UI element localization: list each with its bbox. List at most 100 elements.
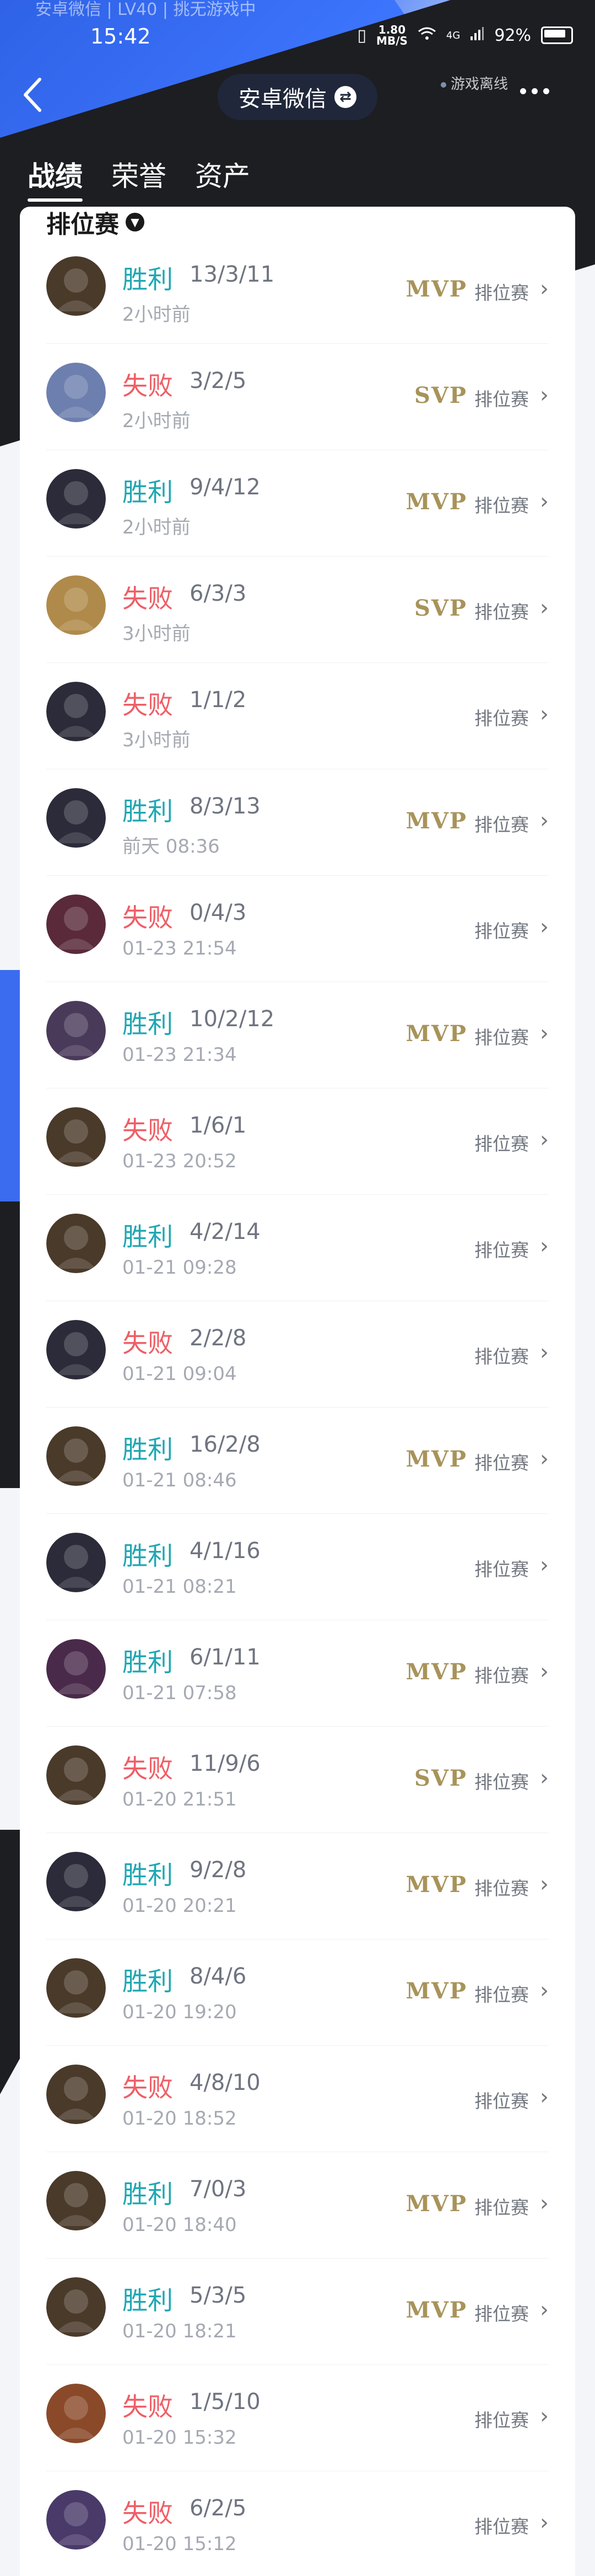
match-time: 01-21 09:28 bbox=[122, 1257, 237, 1279]
match-row[interactable]: 胜利 4/2/14 01-21 09:28 排位赛 › bbox=[46, 1195, 549, 1301]
hero-portrait-icon bbox=[46, 788, 106, 848]
match-kda: 1/6/1 bbox=[190, 1113, 247, 1138]
match-kda: 6/2/5 bbox=[190, 2496, 247, 2521]
match-kda: 4/2/14 bbox=[190, 1219, 261, 1244]
tab-bar: 战绩 荣誉 资产 bbox=[28, 154, 250, 202]
more-button[interactable] bbox=[520, 88, 549, 94]
match-time: 2小时前 bbox=[122, 304, 191, 326]
match-result: 胜利 bbox=[122, 1435, 173, 1464]
match-mode: 排位赛 bbox=[474, 814, 529, 836]
chevron-right-icon: › bbox=[540, 1127, 549, 1152]
header: 安卓微信 ⇄ 游戏离线 bbox=[0, 66, 595, 127]
performance-badge: MVP bbox=[405, 1021, 467, 1047]
match-result: 胜利 bbox=[122, 1222, 173, 1252]
match-time: 01-23 21:54 bbox=[122, 937, 237, 960]
match-row[interactable]: 失败 6/3/3 3小时前 SVP 排位赛 › bbox=[46, 557, 549, 663]
match-row[interactable]: 失败 11/9/6 01-20 21:51 SVP 排位赛 › bbox=[46, 1727, 549, 1833]
match-result: 失败 bbox=[122, 1115, 173, 1145]
match-time: 3小时前 bbox=[122, 729, 191, 751]
match-row[interactable]: 失败 1/1/2 3小时前 排位赛 › bbox=[46, 663, 549, 769]
chevron-down-icon: ▼ bbox=[126, 213, 144, 231]
match-time: 01-20 20:21 bbox=[122, 1895, 237, 1917]
hero-portrait-icon bbox=[46, 575, 106, 635]
signal-icon bbox=[470, 26, 484, 45]
tab-assets[interactable]: 资产 bbox=[195, 154, 250, 194]
match-mode: 排位赛 bbox=[474, 1559, 529, 1580]
match-time: 01-21 07:58 bbox=[122, 1682, 237, 1704]
status-notification-text: 安卓微信 | LV40 | 挑无游戏中 bbox=[35, 0, 256, 19]
match-result: 胜利 bbox=[122, 477, 173, 507]
hero-portrait-icon bbox=[46, 1958, 106, 2018]
account-switcher[interactable]: 安卓微信 ⇄ bbox=[218, 74, 377, 120]
more-dot-icon bbox=[532, 88, 538, 94]
match-row[interactable]: 失败 0/4/3 01-23 21:54 排位赛 › bbox=[46, 876, 549, 982]
match-kda: 1/5/10 bbox=[190, 2389, 261, 2415]
match-row[interactable]: 失败 4/8/10 01-20 18:52 排位赛 › bbox=[46, 2046, 549, 2152]
performance-badge: MVP bbox=[405, 2191, 467, 2217]
performance-badge: MVP bbox=[405, 276, 467, 302]
match-kda: 4/8/10 bbox=[190, 2070, 261, 2095]
tab-honor[interactable]: 荣誉 bbox=[111, 154, 166, 194]
match-row[interactable]: 失败 6/2/5 01-20 15:12 排位赛 › bbox=[46, 2471, 549, 2576]
network-type: 4G bbox=[446, 29, 461, 41]
match-row[interactable]: 胜利 4/1/16 01-21 08:21 排位赛 › bbox=[46, 1514, 549, 1620]
match-result: 胜利 bbox=[122, 1009, 173, 1039]
performance-badge: SVP bbox=[414, 595, 467, 621]
match-row[interactable]: 胜利 8/4/6 01-20 19:20 MVP 排位赛 › bbox=[46, 1939, 549, 2046]
battery-percent: 92% bbox=[494, 25, 531, 45]
mode-filter[interactable]: 排位赛 ▼ bbox=[46, 204, 144, 240]
screen: 安卓微信 | LV40 | 挑无游戏中 15:42 ▯ 1.80 MB/S 4G… bbox=[0, 0, 595, 2576]
match-row[interactable]: 胜利 16/2/8 01-21 08:46 MVP 排位赛 › bbox=[46, 1408, 549, 1514]
match-time: 01-20 18:52 bbox=[122, 2108, 237, 2130]
match-row[interactable]: 胜利 8/3/13 前天 08:36 MVP 排位赛 › bbox=[46, 769, 549, 876]
match-row[interactable]: 失败 1/6/1 01-23 20:52 排位赛 › bbox=[46, 1088, 549, 1195]
match-result: 失败 bbox=[122, 2392, 173, 2422]
match-row[interactable]: 胜利 9/4/12 2小时前 MVP 排位赛 › bbox=[46, 450, 549, 557]
match-kda: 4/1/16 bbox=[190, 1538, 261, 1564]
match-row[interactable]: 失败 3/2/5 2小时前 SVP 排位赛 › bbox=[46, 344, 549, 450]
match-mode: 排位赛 bbox=[474, 601, 529, 623]
hero-portrait-icon bbox=[46, 1214, 106, 1273]
match-time: 01-21 09:04 bbox=[122, 1363, 237, 1385]
chevron-right-icon: › bbox=[540, 1233, 549, 1259]
more-dot-icon bbox=[520, 88, 526, 94]
chevron-right-icon: › bbox=[540, 1021, 549, 1046]
chevron-right-icon: › bbox=[540, 1553, 549, 1578]
chevron-right-icon: › bbox=[540, 808, 549, 833]
match-time: 01-21 08:21 bbox=[122, 1576, 237, 1598]
hero-avatar bbox=[46, 1001, 106, 1060]
match-mode: 排位赛 bbox=[474, 1133, 529, 1155]
match-mode: 排位赛 bbox=[474, 495, 529, 516]
chevron-right-icon: › bbox=[540, 2510, 549, 2535]
match-row[interactable]: 失败 2/2/8 01-21 09:04 排位赛 › bbox=[46, 1301, 549, 1408]
hero-avatar bbox=[46, 1745, 106, 1805]
match-row[interactable]: 胜利 6/1/11 01-21 07:58 MVP 排位赛 › bbox=[46, 1620, 549, 1727]
match-mode: 排位赛 bbox=[474, 1984, 529, 2006]
status-icons: ▯ 1.80 MB/S 4G 92% bbox=[358, 24, 573, 46]
back-button[interactable] bbox=[20, 73, 58, 117]
offline-status: 游戏离线 bbox=[441, 73, 508, 93]
swap-icon: ⇄ bbox=[334, 86, 356, 108]
hero-portrait-icon bbox=[46, 1852, 106, 1911]
mode-filter-label: 排位赛 bbox=[46, 211, 119, 239]
match-row[interactable]: 胜利 5/3/5 01-20 18:21 MVP 排位赛 › bbox=[46, 2259, 549, 2365]
hero-avatar bbox=[46, 1320, 106, 1379]
match-row[interactable]: 胜利 13/3/11 2小时前 MVP 排位赛 › bbox=[46, 238, 549, 344]
hero-avatar bbox=[46, 469, 106, 529]
chevron-right-icon: › bbox=[540, 1340, 549, 1365]
match-row[interactable]: 胜利 9/2/8 01-20 20:21 MVP 排位赛 › bbox=[46, 1833, 549, 1939]
match-mode: 排位赛 bbox=[474, 2410, 529, 2431]
network-speed: 1.80 MB/S bbox=[376, 23, 408, 47]
match-time: 01-20 21:51 bbox=[122, 1788, 237, 1810]
match-row[interactable]: 胜利 10/2/12 01-23 21:34 MVP 排位赛 › bbox=[46, 982, 549, 1088]
match-kda: 16/2/8 bbox=[190, 1432, 261, 1457]
performance-badge: MVP bbox=[405, 2297, 467, 2323]
match-time: 01-23 20:52 bbox=[122, 1150, 237, 1172]
tab-record[interactable]: 战绩 bbox=[28, 154, 83, 202]
match-row[interactable]: 胜利 7/0/3 01-20 18:40 MVP 排位赛 › bbox=[46, 2152, 549, 2259]
match-mode: 排位赛 bbox=[474, 1878, 529, 1899]
match-result: 失败 bbox=[122, 903, 173, 933]
chevron-right-icon: › bbox=[540, 595, 549, 621]
chevron-right-icon: › bbox=[540, 2084, 549, 2110]
match-row[interactable]: 失败 1/5/10 01-20 15:32 排位赛 › bbox=[46, 2365, 549, 2471]
